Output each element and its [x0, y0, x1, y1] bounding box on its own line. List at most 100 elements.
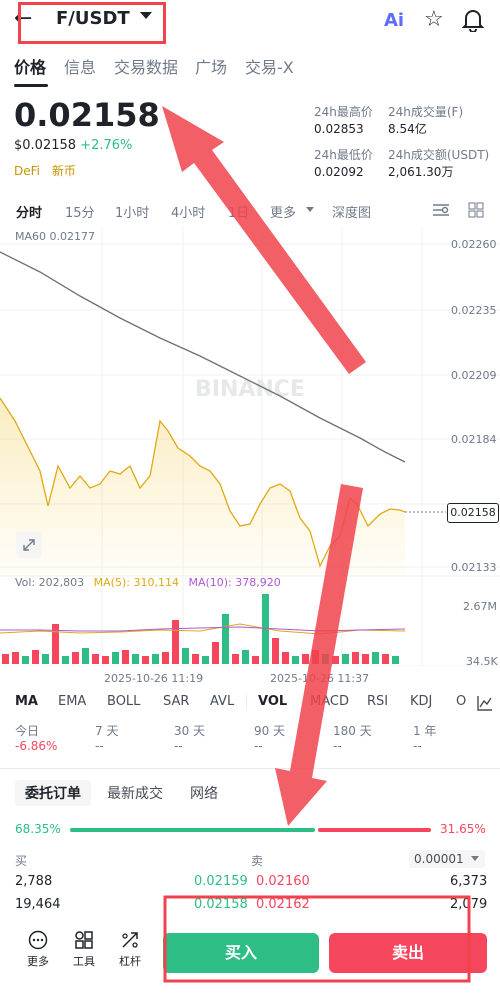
volume-bar	[82, 648, 89, 664]
tag-new[interactable]: 新币	[52, 164, 76, 178]
sell-button[interactable]: 卖出	[329, 933, 487, 973]
precision-selector[interactable]: 0.00001	[409, 850, 485, 868]
volume-bar	[352, 652, 359, 664]
usd-price: $0.02158	[14, 138, 77, 153]
leverage-icon	[122, 932, 138, 948]
grid-layout-icon[interactable]	[468, 202, 484, 222]
tab-trade-x[interactable]: 交易-X	[245, 54, 294, 78]
buy-button[interactable]: 买入	[163, 933, 319, 973]
indicator-ema[interactable]: EMA	[58, 694, 86, 709]
interval-depth[interactable]: 深度图	[332, 202, 371, 221]
interval-1h[interactable]: 1小时	[115, 202, 149, 221]
price-chart[interactable]: BINANCE	[0, 226, 500, 666]
volume-bar	[232, 654, 239, 664]
indicator-avl[interactable]: AVL	[210, 694, 234, 709]
tab-square[interactable]: 广场	[195, 54, 227, 78]
price-axis-label: 0.02235	[451, 304, 497, 317]
volume-bar	[202, 656, 209, 664]
stat-volusdt-label: 24h成交额(USDT)	[388, 148, 490, 162]
volume-bar	[382, 654, 389, 664]
volume-bar	[222, 614, 229, 664]
sell-ratio-label: 31.65%	[440, 822, 486, 836]
volume-bar	[212, 642, 219, 664]
tools-button[interactable]: 工具	[64, 930, 104, 969]
indicator-kdj[interactable]: KDJ	[410, 694, 432, 709]
bid-qty: 19,464	[15, 897, 61, 912]
ask-price[interactable]: 0.02162	[256, 897, 310, 912]
sell-ratio-bar	[318, 828, 431, 832]
orderbook-row: 19,464 0.02158 0.02162 2,079	[0, 897, 500, 917]
volume-bar	[32, 650, 39, 664]
volume-bar	[372, 652, 379, 664]
tab-network[interactable]: 网络	[180, 780, 228, 806]
interval-4h[interactable]: 4小时	[171, 202, 205, 221]
volume-bar	[292, 656, 299, 664]
interval-15m[interactable]: 15分	[65, 202, 95, 221]
indicator-sar[interactable]: SAR	[163, 694, 189, 709]
volume-bar	[282, 652, 289, 664]
interval-more[interactable]: 更多	[270, 202, 296, 221]
tag-defi[interactable]: DeFi	[14, 164, 40, 178]
vol-label: Vol: 202,803	[15, 576, 85, 589]
bid-price[interactable]: 0.02158	[194, 897, 248, 912]
volume-bar	[182, 648, 189, 664]
ma60-line	[0, 251, 406, 463]
sell-column-label: 卖	[251, 854, 264, 868]
perf-90d: 90 天 --	[254, 724, 286, 753]
volume-bar	[132, 654, 139, 664]
volume-bar	[122, 650, 129, 664]
indicator-vol[interactable]: VOL	[258, 694, 287, 709]
volume-bar	[312, 650, 319, 664]
volume-bar	[162, 652, 169, 664]
indicator-macd[interactable]: MACD	[310, 694, 349, 709]
volume-bar	[332, 656, 339, 664]
tools-grid-icon	[75, 931, 93, 949]
expand-chart-icon[interactable]	[16, 532, 42, 558]
more-label: 更多	[27, 955, 49, 968]
star-icon[interactable]: ☆	[424, 7, 444, 32]
volume-bar	[192, 654, 199, 664]
page-tabs: 价格 信息 交易数据 广场 交易-X	[0, 54, 500, 84]
volume-bar	[242, 650, 249, 664]
volume-bars	[2, 594, 399, 664]
interval-1d[interactable]: 1日	[228, 202, 249, 221]
indicator-boll[interactable]: BOLL	[107, 694, 140, 709]
vol-ma5-line	[0, 623, 406, 635]
volume-bar	[322, 654, 329, 664]
orderbook-tabs: 委托订单 最新成交 网络	[0, 778, 500, 806]
bid-price[interactable]: 0.02159	[194, 874, 248, 889]
tab-recent-trades[interactable]: 最新成交	[97, 780, 173, 806]
indicator-more[interactable]: O	[456, 694, 466, 709]
perf-180d: 180 天 --	[333, 724, 372, 753]
indicator-chart-icon[interactable]	[476, 694, 494, 716]
indicator-divider	[246, 694, 247, 710]
stats-right: 24h成交量(F) 8.54亿 24h成交额(USDT) 2,061.30万	[388, 104, 489, 181]
bell-icon[interactable]	[461, 8, 485, 36]
indicator-rsi[interactable]: RSI	[367, 694, 388, 709]
buy-column-label: 买	[15, 854, 28, 868]
more-button[interactable]: 更多	[18, 930, 58, 969]
indicator-bar: MA EMA BOLL SAR AVL VOL MACD RSI KDJ O	[0, 694, 500, 716]
ask-price[interactable]: 0.02160	[256, 874, 310, 889]
stat-volusdt: 2,061.30万	[388, 165, 454, 179]
price-axis-label: 0.02184	[451, 433, 497, 446]
current-price-tag: 0.02158	[447, 503, 499, 523]
chart-settings-icon[interactable]	[432, 202, 450, 222]
ai-icon[interactable]: Ai	[384, 10, 404, 31]
tags: DeFi 新币	[14, 162, 76, 179]
annotation-box-pair	[18, 2, 166, 44]
tab-info[interactable]: 信息	[64, 54, 96, 78]
orderbook-row: 2,788 0.02159 0.02160 6,373	[0, 874, 500, 894]
volume-bar	[142, 656, 149, 664]
stats-left: 24h最高价 0.02853 24h最低价 0.02092	[314, 104, 373, 181]
leverage-button[interactable]: 杠杆	[110, 930, 150, 969]
tab-price[interactable]: 价格	[14, 54, 46, 78]
stat-volf-label: 24h成交量(F)	[388, 105, 464, 119]
precision-caret-icon	[471, 856, 479, 861]
tab-trading-data[interactable]: 交易数据	[114, 54, 178, 78]
indicator-ma[interactable]: MA	[15, 694, 38, 709]
volume-bar	[42, 654, 49, 664]
tab-order-book[interactable]: 委托订单	[15, 780, 91, 806]
more-caret-icon[interactable]	[306, 207, 314, 212]
interval-time[interactable]: 分时	[16, 202, 42, 221]
